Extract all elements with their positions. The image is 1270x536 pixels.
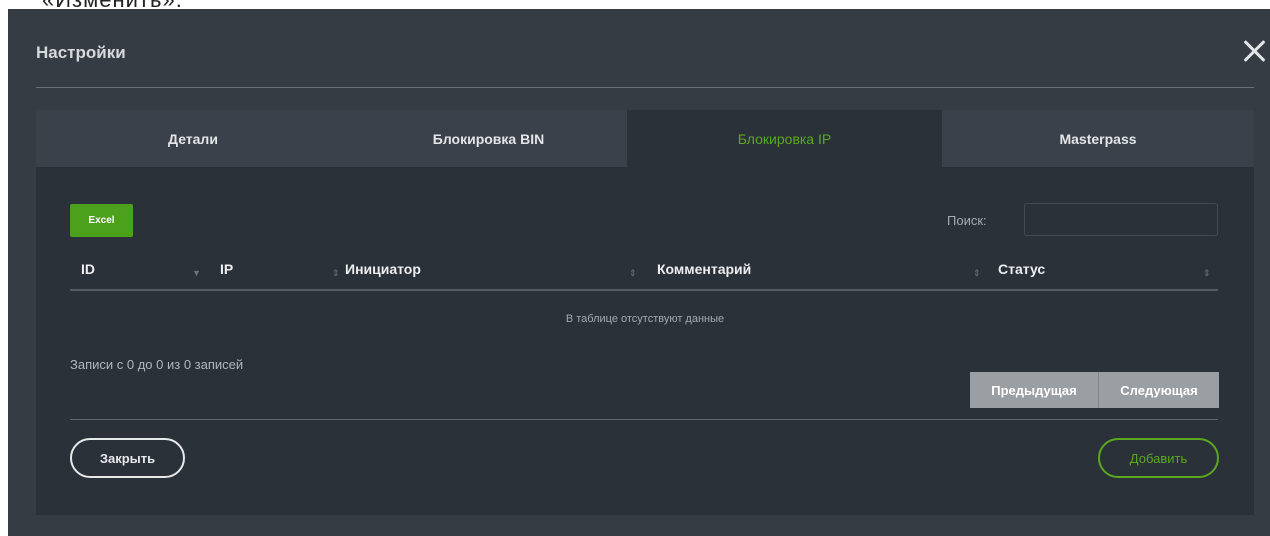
footer-divider	[70, 419, 1218, 420]
table-empty-message: В таблице отсутствуют данные	[565, 313, 725, 325]
column-header-label: IP	[220, 261, 234, 277]
tab-panel-ip-block: Excel Поиск: ID ▼ IP ⇕ Инициатор ⇕ Комме…	[36, 167, 1254, 515]
column-header-label: Комментарий	[657, 261, 752, 277]
search-label: Поиск:	[947, 213, 987, 228]
column-header-label: Инициатор	[345, 261, 421, 277]
tab-details[interactable]: Детали	[36, 110, 350, 167]
sort-icon: ⇕	[973, 268, 981, 278]
modal-header: Настройки	[36, 39, 1254, 88]
search-input[interactable]	[1024, 203, 1218, 236]
previous-page-button[interactable]: Предыдущая	[970, 372, 1098, 408]
close-icon[interactable]	[1242, 39, 1268, 65]
table-info: Записи с 0 до 0 из 0 записей	[70, 357, 244, 372]
sort-icon: ⇕	[629, 268, 637, 278]
tab-ip-block[interactable]: Блокировка IP	[627, 110, 942, 167]
sort-icon: ⇕	[1203, 268, 1211, 278]
table-header: ID ▼ IP ⇕ Инициатор ⇕ Комментарий ⇕ Стат…	[70, 249, 1218, 291]
column-header-label: ID	[81, 261, 95, 277]
excel-export-button[interactable]: Excel	[70, 204, 133, 237]
pagination: Предыдущая Следующая	[970, 372, 1219, 408]
settings-modal: Настройки Детали Блокировка BIN Блокиров…	[8, 9, 1270, 536]
column-header-label: Статус	[998, 261, 1046, 277]
tab-bar: Детали Блокировка BIN Блокировка IP Mast…	[36, 110, 1254, 167]
column-header-ip[interactable]: IP	[220, 249, 233, 289]
close-button[interactable]: Закрыть	[70, 438, 185, 478]
sort-icon: ⇕	[332, 268, 340, 278]
sort-desc-icon: ▼	[192, 268, 201, 278]
tab-masterpass[interactable]: Masterpass	[942, 110, 1254, 167]
add-button[interactable]: Добавить	[1098, 438, 1219, 478]
column-header-id[interactable]: ID	[81, 249, 95, 289]
modal-title: Настройки	[36, 43, 126, 62]
next-page-button[interactable]: Следующая	[1099, 372, 1219, 408]
tab-bin-block[interactable]: Блокировка BIN	[350, 110, 627, 167]
column-header-initiator[interactable]: Инициатор	[345, 249, 421, 289]
column-header-status[interactable]: Статус	[998, 249, 1045, 289]
column-header-comment[interactable]: Комментарий	[657, 249, 751, 289]
